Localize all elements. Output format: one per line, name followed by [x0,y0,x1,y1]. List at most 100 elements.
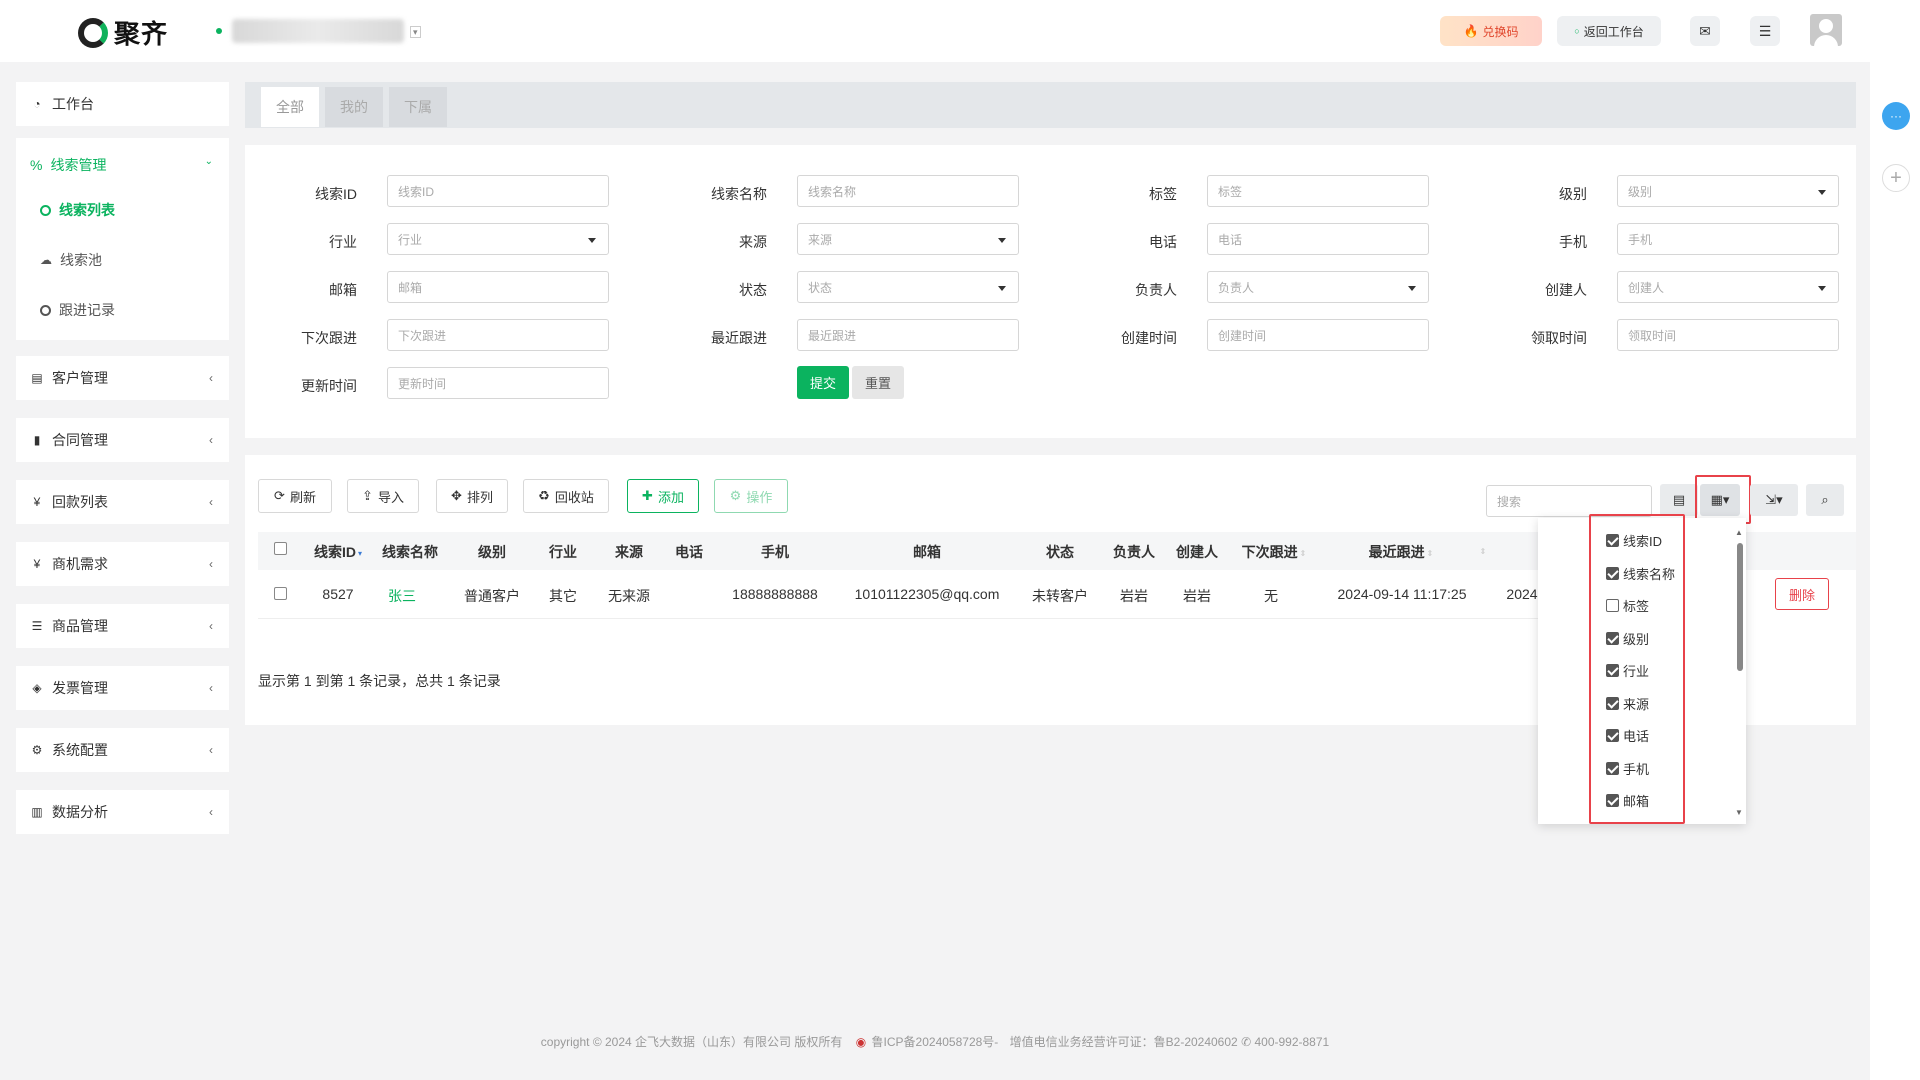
menu-icon[interactable]: ☰ [1750,16,1780,46]
search-icon[interactable]: ⌕ [1806,484,1844,516]
sidebar-item-analytics[interactable]: ▥ 数据分析 ‹ [16,790,229,834]
filter-select[interactable]: 状态 [797,271,1019,303]
phone-icon: ✆ [1241,1035,1252,1049]
tab-mine[interactable]: 我的 [325,87,383,127]
filter-input[interactable]: 手机 [1617,223,1839,255]
table-header-cell[interactable]: 下次跟进 ⇕ [1234,542,1314,562]
submit-button[interactable]: 提交 [797,366,849,399]
filter-label: 状态 [739,282,767,298]
sort-icon: ▾ [357,548,362,558]
chevron-left-icon: ‹ [209,371,213,385]
gear-icon: ⚙ [729,488,742,503]
filter-select[interactable]: 负责人 [1207,271,1429,303]
highlight-columns-button [1695,475,1751,524]
list-view-icon[interactable]: ▤ [1660,484,1698,516]
refresh-button[interactable]: ⟳ 刷新 [258,479,332,513]
filter-input[interactable]: 线索ID [387,175,609,207]
back-to-workbench-button[interactable]: ○ 返回工作台 [1557,16,1661,46]
sidebar-item-system-config[interactable]: ⚙ 系统配置 ‹ [16,728,229,772]
table-header-cell[interactable]: 线索ID ▾ [298,542,378,562]
scroll-up-icon[interactable]: ▲ [1735,528,1743,537]
filter-label: 线索ID [315,186,357,202]
dashboard-icon: ◔ [33,97,41,111]
filter-label: 线索名称 [711,186,767,202]
sort-icon[interactable]: ⇕ [1476,542,1488,558]
police-badge-icon: ◉ [855,1035,867,1049]
filter-input[interactable]: 最近跟进 [797,319,1019,351]
sidebar-group-leads: % 线索管理 ⌄ 线索列表 ☁ 线索池 跟进记录 [16,138,229,340]
filter-label: 最近跟进 [711,330,767,346]
tab-all[interactable]: 全部 [261,87,319,127]
exchange-code-button[interactable]: 🔥 兑换码 [1440,16,1542,46]
yen-icon: ¥ [33,495,41,509]
filter-label: 邮箱 [329,282,357,298]
sidebar-item-products[interactable]: ☰ 商品管理 ‹ [16,604,229,648]
filter-select[interactable]: 行业 [387,223,609,255]
brand-logo[interactable]: 聚齐 [78,14,168,51]
filter-label: 下次跟进 [301,330,357,346]
bookmark-icon: ▮ [33,433,41,447]
tag-icon: ◈ [32,681,42,695]
sidebar-item-workbench[interactable]: ◔ 工作台 [16,82,229,126]
table-header-cell: 线索名称 [382,544,438,560]
filter-input[interactable]: 下次跟进 [387,319,609,351]
sidebar-item-leads[interactable]: % 线索管理 [30,155,106,175]
export-icon[interactable]: ⇲▾ [1750,484,1798,516]
yen-icon: ¥ [33,557,41,571]
icp-link[interactable]: 鲁ICP备2024058728号- [872,1035,999,1049]
chat-icon[interactable]: ··· [1882,102,1910,130]
filter-select[interactable]: 创建人 [1617,271,1839,303]
chevron-down-icon: ⌄ [204,156,213,167]
table-search-input[interactable]: 搜索 [1486,485,1652,517]
row-divider [258,618,1588,619]
logo-icon [78,17,108,48]
org-name-blurred[interactable] [232,19,404,43]
filter-label: 来源 [739,234,767,250]
sidebar-item-invoices[interactable]: ◈ 发票管理 ‹ [16,666,229,710]
mail-icon[interactable]: ✉ [1690,16,1720,46]
sidebar-item-customers[interactable]: ▤ 客户管理 ‹ [16,356,229,400]
top-bar: 聚齐 ▾ 🔥 兑换码 ○ 返回工作台 ✉ ☰ [0,0,1920,62]
sidebar-item-follow-records[interactable]: 跟进记录 [40,300,115,320]
filter-label: 行业 [329,234,357,250]
add-icon[interactable]: + [1882,164,1910,192]
sidebar-item-opportunities[interactable]: ¥ 商机需求 ‹ [16,542,229,586]
move-icon: ✥ [451,488,462,503]
filter-label: 领取时间 [1531,330,1587,346]
reset-button[interactable]: 重置 [852,366,904,399]
sort-button[interactable]: ✥ 排列 [436,479,508,513]
sidebar-item-lead-pool[interactable]: ☁ 线索池 [40,250,102,270]
chevron-left-icon: ‹ [209,433,213,447]
recycle-bin-button[interactable]: ♻ 回收站 [523,479,609,513]
table-header-cell[interactable]: 最近跟进 ⇕ [1361,542,1441,562]
filter-input[interactable]: 线索名称 [797,175,1019,207]
filter-label: 电话 [1149,234,1177,250]
table-header-cell: 级别 [478,544,506,560]
sidebar-item-contracts[interactable]: ▮ 合同管理 ‹ [16,418,229,462]
filter-input[interactable]: 标签 [1207,175,1429,207]
tab-subordinates[interactable]: 下属 [389,87,447,127]
filter-input[interactable]: 邮箱 [387,271,609,303]
scrollbar-thumb[interactable] [1737,543,1743,671]
add-button[interactable]: ✚ 添加 [627,479,699,513]
filter-input[interactable]: 领取时间 [1617,319,1839,351]
select-all-checkbox[interactable] [274,542,287,555]
gears-icon: ⚙ [31,743,43,757]
sort-icon: ⇕ [1299,548,1307,558]
list-icon: ☰ [31,619,43,633]
avatar[interactable] [1810,14,1842,46]
filter-input[interactable]: 电话 [1207,223,1429,255]
scroll-down-icon[interactable]: ▼ [1735,808,1743,817]
org-switch-caret-icon[interactable]: ▾ [410,26,421,38]
operate-button[interactable]: ⚙ 操作 [714,479,788,513]
org-status-dot [216,28,222,34]
filter-input[interactable]: 更新时间 [387,367,609,399]
sidebar-item-payments[interactable]: ¥ 回款列表 ‹ [16,480,229,524]
delete-button[interactable]: 删除 [1775,578,1829,610]
filter-input[interactable]: 创建时间 [1207,319,1429,351]
sidebar-item-lead-list[interactable]: 线索列表 [40,200,115,220]
filter-select[interactable]: 级别 [1617,175,1839,207]
import-button[interactable]: ⇪ 导入 [347,479,419,513]
filter-select[interactable]: 来源 [797,223,1019,255]
filter-label: 级别 [1559,186,1587,202]
